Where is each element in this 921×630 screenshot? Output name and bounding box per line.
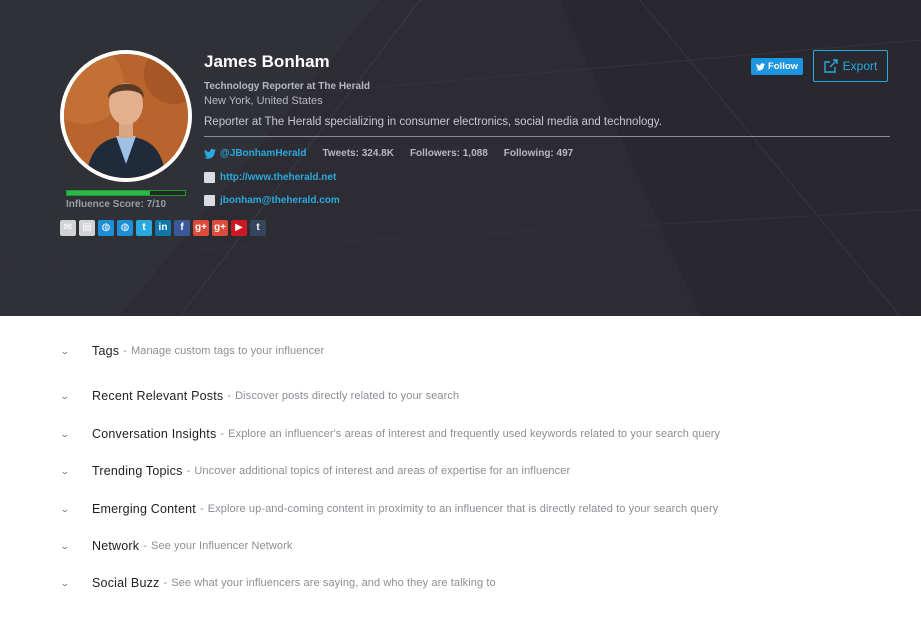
google-plus-icon-2[interactable]: g+ bbox=[212, 220, 228, 236]
chevron-down-icon[interactable]: ⌄ bbox=[60, 504, 78, 515]
chevron-down-icon[interactable]: ⌄ bbox=[60, 466, 78, 477]
section-title[interactable]: Social Buzz bbox=[92, 576, 160, 590]
email-row: jbonham@theherald.com bbox=[204, 195, 340, 206]
tweets-count: Tweets: 324.8K bbox=[322, 148, 394, 159]
section-separator: - bbox=[186, 465, 191, 477]
divider bbox=[204, 136, 890, 137]
google-plus-icon[interactable]: g+ bbox=[193, 220, 209, 236]
section-description: See your Influencer Network bbox=[151, 540, 293, 552]
influence-score-label: Influence Score: 7/10 bbox=[66, 199, 167, 210]
chevron-down-icon[interactable]: ⌄ bbox=[60, 346, 78, 357]
social-links: ✉ ▤ ◍ ◍ t in f g+ g+ ▶ t bbox=[60, 220, 266, 236]
section-separator: - bbox=[220, 428, 225, 440]
website-link[interactable]: http://www.theherald.net bbox=[220, 172, 336, 183]
export-icon bbox=[823, 59, 838, 73]
twitter-icon[interactable]: t bbox=[136, 220, 152, 236]
section-separator: - bbox=[143, 540, 148, 552]
twitter-follow-button[interactable]: Follow bbox=[751, 58, 803, 75]
twitter-icon bbox=[755, 62, 765, 71]
globe-icon-2[interactable]: ◍ bbox=[117, 220, 133, 236]
document-icon bbox=[204, 172, 215, 183]
export-label: Export bbox=[842, 59, 878, 73]
section-title[interactable]: Network bbox=[92, 539, 139, 553]
chevron-down-icon[interactable]: ⌄ bbox=[60, 541, 78, 552]
profile-bio: Reporter at The Herald specializing in c… bbox=[204, 116, 662, 128]
avatar-photo bbox=[64, 54, 188, 178]
follow-label: Follow bbox=[767, 61, 799, 72]
following-count: Following: 497 bbox=[503, 148, 574, 159]
globe-icon[interactable]: ◍ bbox=[98, 220, 114, 236]
facebook-icon[interactable]: f bbox=[174, 220, 190, 236]
section-title[interactable]: Conversation Insights bbox=[92, 427, 216, 441]
section-description: Uncover additional topics of interest an… bbox=[194, 465, 571, 477]
section-description: Explore up-and-coming content in proximi… bbox=[207, 503, 719, 515]
section-description: Explore an influencer's areas of interes… bbox=[228, 428, 721, 440]
export-button[interactable]: Export bbox=[813, 50, 888, 82]
section-title[interactable]: Trending Topics bbox=[92, 464, 183, 478]
tumblr-icon[interactable]: t bbox=[250, 220, 266, 236]
profile-location: New York, United States bbox=[204, 95, 323, 107]
twitter-stats: @JBonhamHerald Tweets: 324.8K Followers:… bbox=[204, 148, 589, 159]
section-network[interactable]: ⌄ Network - See your Influencer Network bbox=[60, 539, 293, 553]
email-link[interactable]: jbonham@theherald.com bbox=[220, 195, 340, 206]
youtube-icon[interactable]: ▶ bbox=[231, 220, 247, 236]
chevron-down-icon[interactable]: ⌄ bbox=[60, 391, 78, 402]
section-description: Discover posts directly related to your … bbox=[235, 390, 460, 402]
section-conversation-insights[interactable]: ⌄ Conversation Insights - Explore an influe… bbox=[60, 427, 721, 441]
profile-header: Influence Score: 7/10 ✉ ▤ ◍ ◍ t in f g+ g+ ▶ t Jam… bbox=[0, 0, 921, 316]
section-separator: - bbox=[163, 577, 168, 589]
section-title[interactable]: Recent Relevant Posts bbox=[92, 389, 223, 403]
email-icon[interactable]: ✉ bbox=[60, 220, 76, 236]
section-separator: - bbox=[199, 503, 204, 515]
profile-name: James Bonham bbox=[204, 52, 330, 71]
section-separator: - bbox=[227, 390, 232, 402]
section-recent-relevant-posts[interactable]: ⌄ Recent Relevant Posts - Discover posts di… bbox=[60, 389, 460, 403]
avatar bbox=[60, 50, 192, 182]
twitter-icon bbox=[204, 148, 216, 159]
section-title[interactable]: Tags bbox=[92, 344, 119, 358]
section-emerging-content[interactable]: ⌄ Emerging Content - Explore up-and-coming … bbox=[60, 502, 719, 516]
profile-title: Technology Reporter at The Herald bbox=[204, 81, 370, 92]
followers-count: Followers: 1,088 bbox=[409, 148, 488, 159]
influence-score-bar bbox=[66, 190, 186, 196]
document-icon[interactable]: ▤ bbox=[79, 220, 95, 236]
section-tags[interactable]: ⌄ Tags - Manage custom tags to your influen… bbox=[60, 344, 325, 358]
website-row: http://www.theherald.net bbox=[204, 172, 336, 183]
section-trending-topics[interactable]: ⌄ Trending Topics - Uncover additional topi… bbox=[60, 464, 571, 478]
section-title[interactable]: Emerging Content bbox=[92, 502, 196, 516]
section-description: Manage custom tags to your influencer bbox=[130, 345, 325, 357]
twitter-handle-link[interactable]: @JBonhamHerald bbox=[220, 148, 306, 159]
influence-score-fill bbox=[67, 191, 150, 195]
linkedin-icon[interactable]: in bbox=[155, 220, 171, 236]
chevron-down-icon[interactable]: ⌄ bbox=[60, 578, 78, 589]
section-social-buzz[interactable]: ⌄ Social Buzz - See what your influencers a… bbox=[60, 576, 496, 590]
email-icon bbox=[204, 195, 215, 206]
section-separator: - bbox=[123, 345, 127, 357]
section-description: See what your influencers are saying, an… bbox=[171, 577, 496, 589]
chevron-down-icon[interactable]: ⌄ bbox=[60, 429, 78, 440]
